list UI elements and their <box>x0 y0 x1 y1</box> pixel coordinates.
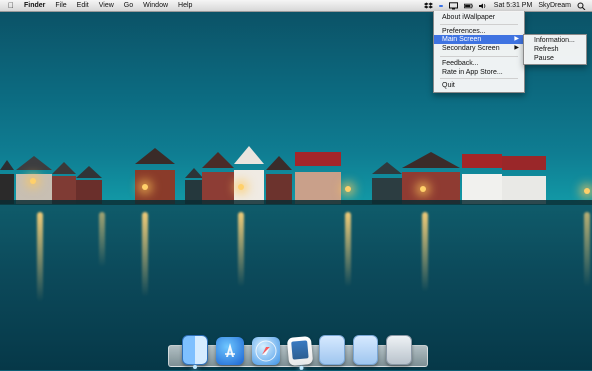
submenu-item-information[interactable]: Information... <box>524 36 586 45</box>
house <box>234 146 264 204</box>
magnifying-glass-icon[interactable] <box>577 2 586 10</box>
light-reflection <box>584 212 590 287</box>
menu-window[interactable]: Window <box>143 2 168 9</box>
main-screen-submenu: Information... Refresh Pause <box>523 34 587 65</box>
street-lamp <box>142 184 148 190</box>
street-lamp <box>584 188 590 194</box>
house <box>202 152 234 204</box>
compass-icon <box>255 340 277 362</box>
menu-item-rate[interactable]: Rate in App Store... <box>434 68 524 77</box>
menu-edit[interactable]: Edit <box>77 2 89 9</box>
house <box>502 156 546 204</box>
house <box>0 160 14 204</box>
menu-clock[interactable]: Sat 5:31 PM <box>494 2 533 9</box>
submenu-item-pause[interactable]: Pause <box>524 54 586 63</box>
menu-app-name[interactable]: Finder <box>24 2 45 9</box>
light-reflection <box>37 212 43 302</box>
trash-icon[interactable] <box>386 335 412 365</box>
menu-item-about[interactable]: About iWallpaper <box>434 13 524 22</box>
street-lamp <box>345 186 351 192</box>
documents-folder-icon[interactable] <box>352 335 379 365</box>
house <box>295 152 341 204</box>
running-indicator <box>298 365 304 371</box>
running-indicator <box>192 365 197 369</box>
apple-icon[interactable]:  <box>4 1 18 10</box>
menu-view[interactable]: View <box>99 2 114 9</box>
menu-item-feedback[interactable]: Feedback... <box>434 59 524 68</box>
dock <box>182 331 412 371</box>
app-store-glyph <box>224 343 235 357</box>
street-lamp <box>30 178 36 184</box>
house <box>135 148 175 204</box>
menu-item-secondary-screen[interactable]: Secondary Screen ▶ <box>434 44 524 53</box>
house <box>266 156 292 204</box>
iwallpaper-menu: About iWallpaper Preferences... Main Scr… <box>433 11 525 93</box>
menu-separator <box>440 78 518 79</box>
menu-separator <box>440 24 518 25</box>
light-reflection <box>142 212 148 297</box>
house <box>462 154 502 204</box>
dropbox-icon[interactable] <box>423 2 433 10</box>
menu-item-label: Main Screen <box>442 36 482 43</box>
app-store-icon[interactable] <box>215 337 244 365</box>
submenu-item-refresh[interactable]: Refresh <box>524 45 586 54</box>
light-reflection <box>99 212 105 267</box>
street-lamp <box>238 184 244 190</box>
light-reflection <box>238 212 244 287</box>
menu-item-label: Secondary Screen <box>442 45 500 52</box>
safari-icon[interactable] <box>251 337 280 365</box>
iwallpaper-app-icon[interactable] <box>286 336 313 371</box>
applications-folder-icon[interactable] <box>319 335 345 365</box>
menu-separator <box>440 56 518 57</box>
menu-help[interactable]: Help <box>178 2 192 9</box>
street-lamp <box>420 186 426 192</box>
battery-icon[interactable] <box>463 2 473 10</box>
menu-item-main-screen[interactable]: Main Screen ▶ <box>434 35 524 44</box>
volume-icon[interactable] <box>478 2 488 10</box>
light-reflection <box>345 212 351 287</box>
menu-user[interactable]: SkyDream <box>538 2 571 9</box>
house <box>372 162 402 204</box>
house <box>16 156 52 204</box>
submenu-arrow-icon: ▶ <box>514 45 519 51</box>
status-area: Sat 5:31 PM SkyDream <box>423 0 586 11</box>
house <box>52 162 76 204</box>
menu-go[interactable]: Go <box>124 2 133 9</box>
finder-icon[interactable] <box>182 335 208 369</box>
menu-file[interactable]: File <box>55 2 66 9</box>
iwallpaper-status-icon[interactable] <box>438 4 443 7</box>
menu-item-quit[interactable]: Quit <box>434 81 524 90</box>
light-reflection <box>422 212 428 292</box>
house <box>402 152 460 204</box>
display-icon[interactable] <box>448 1 458 10</box>
submenu-arrow-icon: ▶ <box>514 36 519 42</box>
